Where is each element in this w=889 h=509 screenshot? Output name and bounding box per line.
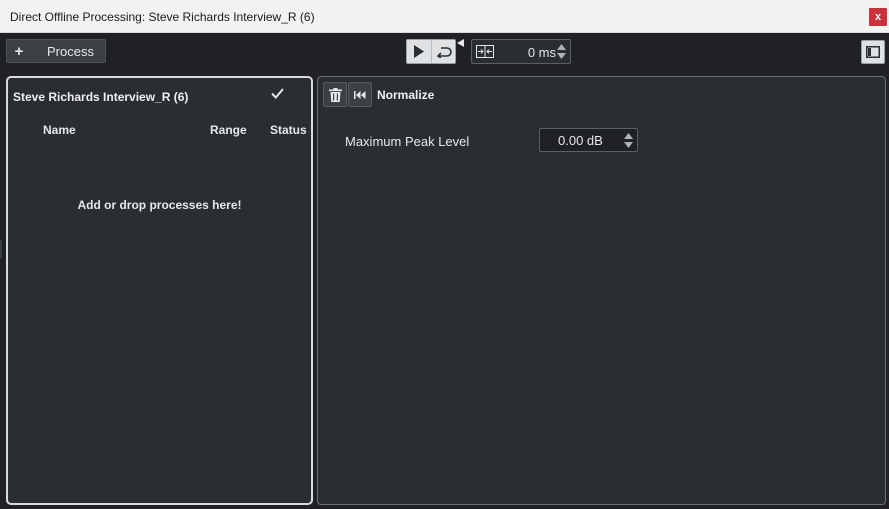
maximum-peak-level-field[interactable]: 0.00 dB [539, 128, 638, 152]
process-list-panel[interactable]: Steve Richards Interview_R (6) Name Rang… [6, 76, 313, 505]
play-icon [414, 45, 424, 58]
title-bar: Direct Offline Processing: Steve Richard… [0, 0, 889, 33]
stepper-icon[interactable] [624, 132, 633, 149]
preview-controls [406, 39, 456, 64]
process-list-title: Steve Richards Interview_R (6) [13, 90, 189, 104]
drop-hint: Add or drop processes here! [77, 198, 242, 212]
process-button-label: Process [47, 43, 94, 59]
preroll-field[interactable]: 0 ms [471, 39, 571, 64]
stepper-icon[interactable] [557, 43, 566, 60]
loop-button[interactable] [431, 40, 455, 63]
loop-icon [436, 46, 452, 58]
column-header-status[interactable]: Status [270, 123, 307, 137]
column-header-name[interactable]: Name [43, 123, 76, 137]
maximum-peak-level-value: 0.00 dB [558, 133, 603, 148]
checkmark-icon[interactable] [271, 88, 284, 99]
window-title: Direct Offline Processing: Steve Richard… [10, 10, 315, 24]
reset-process-button[interactable] [348, 82, 372, 107]
trash-icon [328, 87, 342, 102]
toolbar: + Process 0 ms [0, 33, 889, 69]
plus-icon: + [14, 42, 24, 60]
resize-handle[interactable] [0, 240, 2, 258]
play-button[interactable] [407, 40, 431, 63]
column-header-range[interactable]: Range [210, 123, 247, 137]
preroll-value: 0 ms [527, 45, 556, 60]
panel-layout-button[interactable] [861, 40, 885, 64]
delete-process-button[interactable] [323, 82, 347, 107]
process-button[interactable]: + Process [6, 39, 106, 63]
range-fit-icon [476, 45, 494, 58]
process-title: Normalize [377, 88, 435, 102]
reset-icon [354, 90, 366, 99]
close-button[interactable]: x [869, 8, 887, 26]
panel-layout-icon [866, 46, 880, 58]
maximum-peak-level-label: Maximum Peak Level [345, 134, 470, 149]
process-settings-panel: Normalize Maximum Peak Level 0.00 dB [317, 76, 886, 505]
marker-triangle-icon[interactable] [457, 39, 464, 47]
